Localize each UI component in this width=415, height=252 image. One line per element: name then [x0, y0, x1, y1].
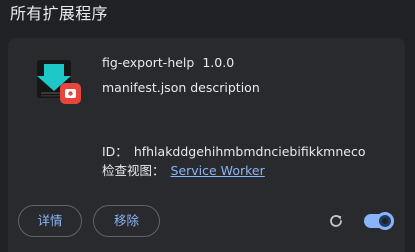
section-title: 所有扩展程序	[10, 4, 108, 23]
extension-id-row: ID： hfhlakddgehihmbmdnciebifikkmneco	[102, 144, 366, 160]
inspect-views-row: 检查视图： Service Worker	[102, 163, 265, 179]
extension-name-row: fig-export-help 1.0.0	[102, 55, 234, 71]
reload-icon[interactable]	[328, 213, 344, 229]
details-button[interactable]: 详情	[18, 205, 82, 237]
extension-id-label: ID：	[102, 144, 128, 159]
inspect-views-label: 检查视图：	[102, 163, 165, 178]
remove-button[interactable]: 移除	[93, 205, 160, 237]
extension-version: 1.0.0	[202, 55, 235, 70]
extension-id-value: hfhlakddgehihmbmdnciebifikkmneco	[133, 144, 366, 159]
extension-description: manifest.json description	[102, 80, 260, 95]
extension-name: fig-export-help	[102, 55, 195, 70]
enable-toggle[interactable]	[364, 212, 394, 230]
record-badge-icon	[60, 83, 81, 104]
extension-icon	[37, 60, 81, 104]
extension-card: fig-export-help 1.0.0 manifest.json descr…	[8, 38, 405, 252]
service-worker-link[interactable]: Service Worker	[171, 163, 265, 178]
toggle-knob	[376, 212, 394, 230]
